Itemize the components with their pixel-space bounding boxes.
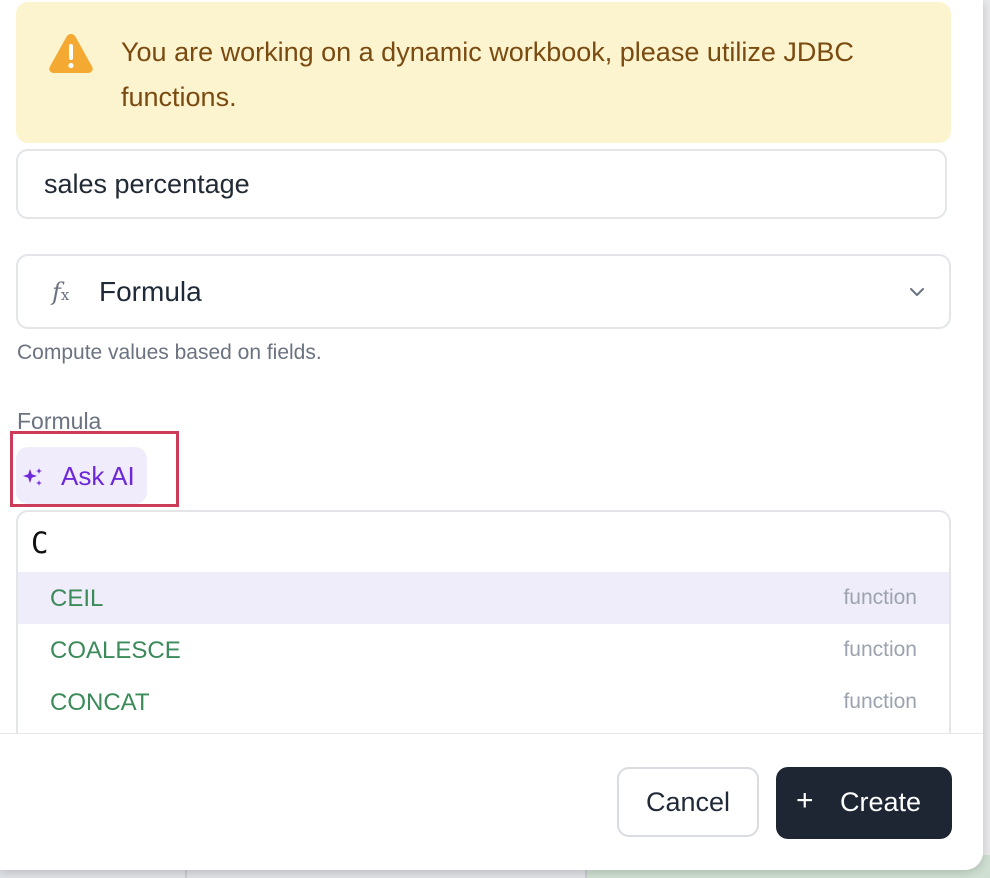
autocomplete-item[interactable]: CONCAT function [18,676,949,728]
sparkle-icon [23,468,42,486]
autocomplete-item[interactable]: COALESCE function [18,624,949,676]
field-name-input[interactable] [16,149,947,219]
panel-footer: Cancel + Create [0,733,983,870]
formula-editor[interactable]: C CEIL function COALESCE function CONCAT… [16,510,951,745]
plus-icon: + [796,784,814,817]
chevron-down-icon [910,288,924,296]
function-icon: fx [52,278,70,306]
formula-label: Formula [17,408,102,434]
field-type-select[interactable]: fx Formula [16,254,951,329]
create-button[interactable]: + Create [776,767,952,839]
suggestion-name: CONCAT [50,689,150,716]
autocomplete-item[interactable]: CEIL function [18,572,949,624]
warning-icon [49,34,93,73]
suggestion-kind: function [843,586,917,609]
ask-ai-label: Ask AI [61,461,135,491]
suggestion-kind: function [843,690,917,713]
field-type-label: Formula [99,276,202,307]
ask-ai-button[interactable]: Ask AI [16,447,147,504]
warning-alert: You are working on a dynamic workbook, p… [16,2,951,143]
create-button-label: Create [840,787,922,817]
suggestion-name: CEIL [50,585,104,612]
create-field-panel: You are working on a dynamic workbook, p… [0,0,983,870]
field-type-helper: Compute values based on fields. [17,341,322,364]
cancel-button[interactable]: Cancel [617,767,759,837]
suggestion-name: COALESCE [50,637,181,664]
formula-editor-text[interactable]: C [31,526,48,560]
warning-text: You are working on a dynamic workbook, p… [121,37,854,112]
suggestion-kind: function [843,638,917,661]
autocomplete-list: CEIL function COALESCE function CONCAT f… [18,572,949,728]
